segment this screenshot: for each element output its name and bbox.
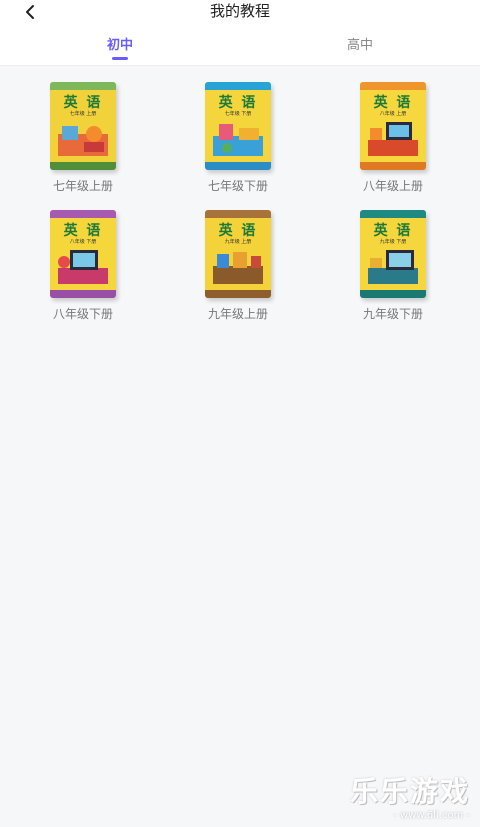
cover-illustration: [213, 124, 263, 156]
cover-top-band: [50, 210, 116, 218]
cover-subtitle: 九年级 下册: [379, 239, 407, 245]
book-cover: 英 语 七年级 下册: [205, 82, 271, 170]
book-cover: 英 语 八年级 下册: [50, 210, 116, 298]
cover-title: 英 语: [218, 223, 258, 239]
cover-bottom-band: [205, 290, 271, 298]
cover-title: 英 语: [218, 95, 258, 111]
cover-title: 英 语: [373, 223, 413, 239]
book-label: 八年级上册: [362, 179, 423, 193]
cover-illustration: [58, 126, 108, 156]
cover-top-band: [360, 82, 426, 90]
tab-senior-high[interactable]: 高中: [320, 36, 400, 60]
cover-subtitle: 七年级 下册: [224, 111, 252, 117]
book-label: 八年级下册: [52, 307, 113, 321]
book-cover: 英 语 九年级 上册: [205, 210, 271, 298]
book-card[interactable]: 英 语 九年级 上册 九年级上册: [178, 208, 298, 328]
watermark-text: 乐乐游戏: [349, 775, 470, 808]
book-card[interactable]: 英 语 八年级 下册 八年级下册: [23, 208, 143, 328]
tab-label: 初中: [106, 38, 133, 53]
cover-top-band: [50, 82, 116, 90]
watermark: 乐乐游戏 - www.6ll.com -: [350, 770, 470, 821]
page-title: 我的教程: [209, 2, 270, 20]
cover-illustration: [368, 250, 418, 284]
cover-bottom-band: [50, 162, 116, 170]
cover-bottom-band: [360, 162, 426, 170]
book-label: 七年级上册: [52, 179, 113, 193]
cover-bottom-band: [50, 290, 116, 298]
cover-illustration: [368, 122, 418, 156]
cover-subtitle: 八年级 上册: [379, 111, 407, 117]
cover-bottom-band: [205, 162, 271, 170]
header: 我的教程 初中 高中: [0, 0, 480, 66]
cover-illustration: [58, 250, 108, 284]
cover-top-band: [205, 82, 271, 90]
cover-top-band: [205, 210, 271, 218]
book-card[interactable]: 英 语 七年级 上册 七年级上册: [23, 80, 143, 200]
cover-subtitle: 九年级 上册: [224, 239, 252, 245]
cover-top-band: [360, 210, 426, 218]
book-cover: 英 语 八年级 上册: [360, 82, 426, 170]
cover-title: 英 语: [63, 223, 103, 239]
tab-junior-high[interactable]: 初中: [80, 36, 160, 60]
book-cover: 英 语 七年级 上册: [50, 82, 116, 170]
cover-subtitle: 八年级 下册: [69, 239, 97, 245]
cover-title: 英 语: [63, 95, 103, 111]
cover-subtitle: 七年级 上册: [69, 111, 97, 117]
active-tab-indicator: [112, 57, 128, 60]
book-label: 九年级下册: [362, 307, 423, 321]
book-card[interactable]: 英 语 七年级 下册 七年级下册: [178, 80, 298, 200]
book-label: 九年级上册: [207, 307, 268, 321]
cover-title: 英 语: [373, 95, 413, 111]
book-label: 七年级下册: [207, 179, 268, 193]
watermark-url: - www.6ll.com -: [393, 810, 470, 821]
cover-illustration: [213, 252, 263, 284]
book-card[interactable]: 英 语 九年级 下册 九年级下册: [333, 208, 453, 328]
tab-label: 高中: [346, 38, 373, 53]
book-card[interactable]: 英 语 八年级 上册 八年级上册: [333, 80, 453, 200]
book-cover: 英 语 九年级 下册: [360, 210, 426, 298]
cover-bottom-band: [360, 290, 426, 298]
